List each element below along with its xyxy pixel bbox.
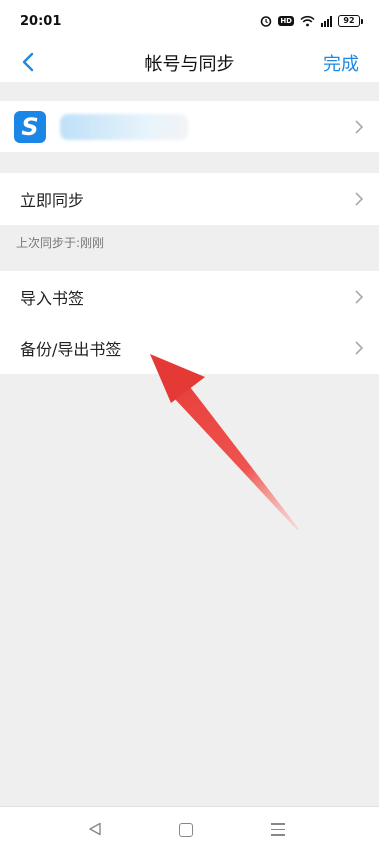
account-row[interactable]: S [0,101,379,152]
blurred-account-name [60,114,188,140]
last-sync-text: 上次同步于:刚刚 [16,236,105,250]
chevron-right-icon [355,192,364,206]
chevron-right-icon [355,289,364,304]
signal-icon [321,15,332,27]
system-menu-icon[interactable] [271,823,285,840]
status-time: 20:01 [20,13,62,29]
sync-now-label: 立即同步 [20,191,85,210]
status-icons: HD 92 [260,15,363,27]
hd-badge: HD [278,16,294,26]
status-bar: 20:01 HD 92 [0,0,379,42]
alarm-icon [261,16,272,27]
app-logo: S [14,111,46,143]
done-button[interactable]: 完成 [323,50,359,76]
system-home-icon[interactable] [179,823,193,837]
battery-level: 92 [338,15,360,27]
system-nav-bar [0,806,379,853]
chevron-right-icon [355,119,364,134]
nav-bar: 帐号与同步 完成 [0,42,379,82]
import-bookmarks-row[interactable]: 导入书签 [0,271,379,322]
wifi-icon [300,15,315,27]
battery-icon: 92 [338,15,363,27]
import-bookmarks-label: 导入书签 [20,288,85,308]
export-bookmarks-label: 备份/导出书签 [20,340,122,359]
sync-now-row[interactable]: 立即同步 [0,173,379,225]
export-bookmarks-row[interactable]: 备份/导出书签 [0,322,379,374]
system-back-icon[interactable] [88,822,102,836]
chevron-right-icon [355,341,364,355]
